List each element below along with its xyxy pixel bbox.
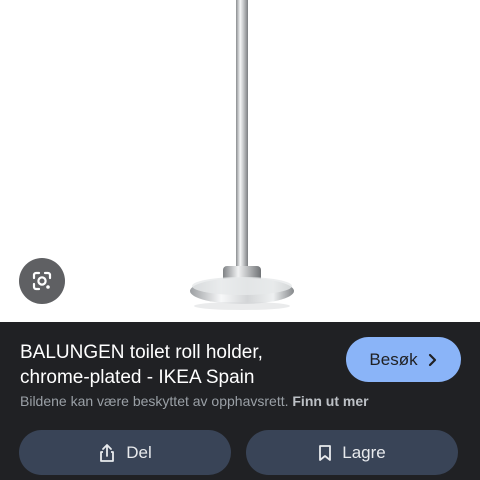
share-button-label: Del	[126, 442, 152, 462]
save-button[interactable]: Lagre	[246, 430, 458, 475]
share-icon	[98, 443, 116, 463]
copyright-notice: Bildene kan være beskyttet av opphavsret…	[20, 393, 369, 409]
google-lens-button[interactable]	[19, 258, 65, 304]
toilet-roll-holder-image	[190, 0, 294, 310]
copyright-text: Bildene kan være beskyttet av opphavsret…	[20, 393, 289, 409]
visit-button[interactable]: Besøk	[346, 337, 461, 382]
share-button[interactable]: Del	[19, 430, 231, 475]
product-image[interactable]	[0, 0, 480, 322]
visit-button-label: Besøk	[369, 349, 418, 369]
result-title[interactable]: BALUNGEN toilet roll holder, chrome-plat…	[20, 340, 320, 390]
chevron-right-icon	[428, 353, 438, 367]
save-button-label: Lagre	[342, 442, 386, 462]
google-lens-icon	[30, 269, 54, 293]
bookmark-icon	[318, 444, 332, 462]
result-info-panel: BALUNGEN toilet roll holder, chrome-plat…	[0, 322, 480, 480]
learn-more-link[interactable]: Finn ut mer	[292, 393, 368, 409]
